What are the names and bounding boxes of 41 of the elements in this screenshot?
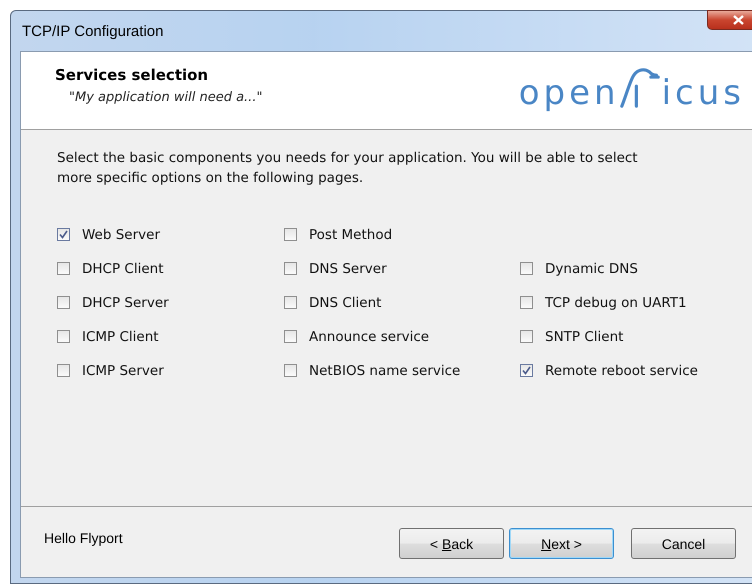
- checkbox[interactable]: [284, 262, 297, 275]
- checkbox-label: Remote reboot service: [545, 362, 698, 378]
- checkbox[interactable]: [520, 364, 533, 377]
- checkbox[interactable]: [520, 296, 533, 309]
- logo-swirl-icon: [620, 66, 660, 110]
- checkbox[interactable]: [57, 262, 70, 275]
- checkbox[interactable]: [57, 364, 70, 377]
- checkbox[interactable]: [520, 262, 533, 275]
- checkbox[interactable]: [284, 228, 297, 241]
- checkbox-label: ICMP Server: [82, 362, 164, 378]
- close-icon: [732, 15, 744, 25]
- page-subtitle: "My application will need a...": [68, 90, 262, 105]
- checkbox-label: Announce service: [309, 328, 430, 344]
- window-title: TCP/IP Configuration: [22, 22, 164, 40]
- logo-text: icus: [662, 76, 745, 110]
- checkbox[interactable]: [284, 296, 297, 309]
- page-title: Services selection: [55, 66, 210, 84]
- checkbox[interactable]: [57, 228, 70, 241]
- checkbox-label: Post Method: [309, 226, 392, 242]
- checkbox-label: DHCP Server: [82, 294, 169, 310]
- close-button[interactable]: [707, 10, 752, 30]
- checkbox[interactable]: [520, 330, 533, 343]
- checkbox[interactable]: [284, 330, 297, 343]
- checkbox-label: DNS Server: [309, 260, 387, 276]
- device-label: Hello Flyport: [44, 530, 124, 546]
- checkbox-label: DHCP Client: [82, 260, 164, 276]
- logo-text: open: [518, 76, 620, 110]
- wizard-button[interactable]: Cancel: [631, 528, 736, 559]
- checkbox[interactable]: [57, 330, 70, 343]
- checkbox-label: Web Server: [82, 226, 160, 242]
- checkbox-label: TCP debug on UART1: [545, 294, 687, 310]
- checkbox-label: SNTP Client: [545, 328, 624, 344]
- wizard-button[interactable]: < Back: [399, 528, 504, 559]
- wizard-button[interactable]: Next >: [509, 528, 614, 559]
- checkbox[interactable]: [284, 364, 297, 377]
- checkbox[interactable]: [57, 296, 70, 309]
- instructions-text: Select the basic components you needs for your application. You will be able to select more specific options on the following pages.: [57, 149, 639, 188]
- checkbox-label: NetBIOS name service: [309, 362, 460, 378]
- checkbox-label: Dynamic DNS: [545, 260, 638, 276]
- checkbox-label: DNS Client: [309, 294, 382, 310]
- checkbox-label: ICMP Client: [82, 328, 159, 344]
